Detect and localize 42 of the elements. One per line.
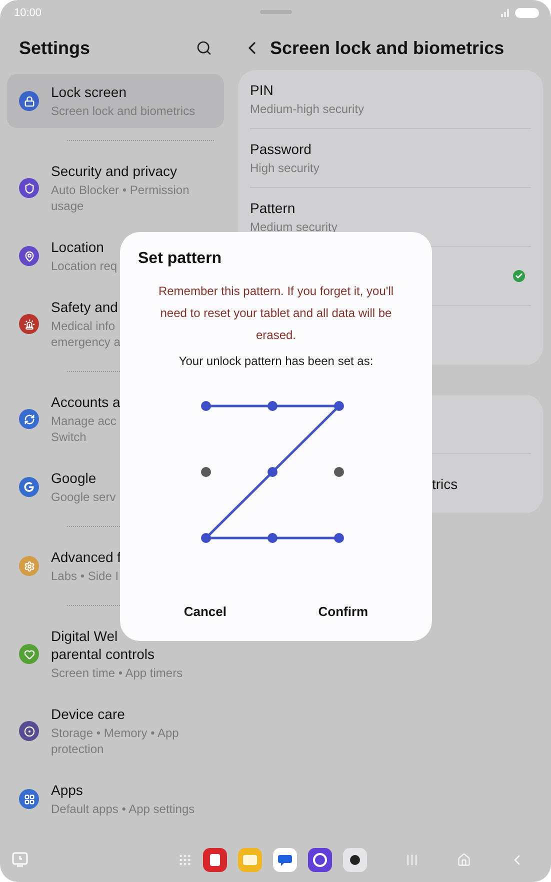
item-title: Location [51,238,105,256]
page-title: Screen lock and biometrics [270,38,504,58]
dialog-title: Set pattern [138,250,223,268]
item-title: Google [51,469,98,487]
item-title: Safety and [51,298,119,316]
item-subtitle: Screen time • App timers [51,665,183,681]
settings-item[interactable]: Accounts a Manage acc Switch [7,384,224,454]
settings-item[interactable]: Lock screen Screen lock and biometrics [7,74,224,128]
item-title: Apps [51,781,84,799]
settings-item[interactable]: Security and privacy Auto Blocker • Permission usage [7,153,224,223]
option-title[interactable]: Password [250,140,320,158]
item-subtitle: Medical info emergency a [51,318,120,350]
camera-app-icon[interactable] [343,848,367,872]
settings-item[interactable]: Apps Default apps • App settings [7,772,224,826]
option-subtitle: Medium security [250,219,338,235]
item-title: Security and privacy [51,162,178,180]
option-subtitle: High security [250,160,320,176]
item-subtitle: Storage • Memory • App protection [51,725,180,757]
settings-item[interactable]: Google Google serv [7,460,224,514]
item-subtitle: Screen lock and biometrics [51,103,196,119]
option-subtitle: Medium-high security [250,101,364,117]
dialog-message: Your unlock pattern has been set as: [178,354,374,368]
option-title[interactable]: PIN [250,81,364,99]
item-subtitle: Manage acc Switch [51,413,118,445]
warning-text: Remember this pattern. If you forget it, you'll need to reset your tablet and all data will be erased. [157,283,395,344]
item-subtitle: Labs • Side I [51,568,120,584]
status-time: 10:00 [14,7,42,19]
item-subtitle: Location req [51,258,118,274]
item-subtitle: Default apps • App settings [51,801,195,817]
item-title: Accounts a [51,393,120,411]
item-title: Digital Wel parental controls [51,627,156,663]
settings-title: Settings [19,38,90,58]
settings-item[interactable]: Device care Storage • Memory • App protection [7,696,224,766]
option-title[interactable]: Pattern [250,199,338,217]
search-icon[interactable] [196,40,212,56]
messages-app-icon[interactable] [273,848,297,872]
item-subtitle: Auto Blocker • Permission usage [51,182,190,214]
item-subtitle: Google serv [51,489,116,505]
item-title: Lock screen [51,83,128,101]
option-title[interactable]: trics [432,474,458,492]
confirm-button[interactable]: Confirm [298,598,388,625]
item-title: Device care [51,705,126,723]
